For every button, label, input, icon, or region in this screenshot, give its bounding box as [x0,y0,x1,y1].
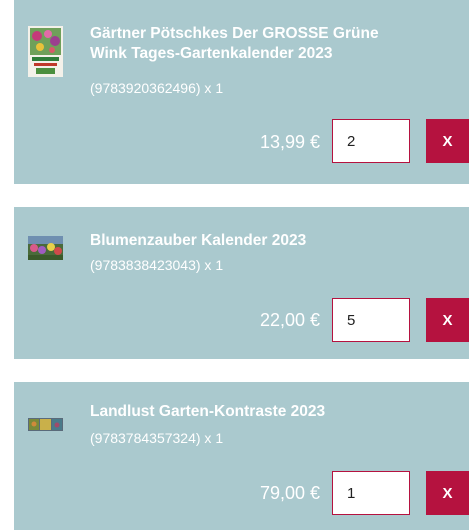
product-title[interactable]: Landlust Garten-Kontraste 2023 [90,402,451,422]
cart-item: Blumenzauber Kalender 2023 (978383842304… [14,207,469,359]
product-isbn-quantity: (9783920362496) x 1 [90,80,224,96]
product-isbn-quantity: (9783784357324) x 1 [90,430,224,446]
product-isbn-quantity: (9783838423043) x 1 [90,257,224,273]
quantity-input[interactable] [332,298,410,342]
cart-item: Gärtner Pötschkes Der GROSSE Grüne Wink … [14,0,469,184]
product-title-line: Blumenzauber Kalender 2023 [90,232,307,249]
item-price: 13,99 € [259,132,320,152]
remove-item-button[interactable]: X [426,471,469,515]
remove-item-button[interactable]: X [426,298,469,342]
remove-item-button[interactable]: X [426,119,469,163]
product-title[interactable]: Blumenzauber Kalender 2023 [90,231,451,251]
item-price: 79,00 € [259,483,320,503]
product-thumbnail [28,236,63,260]
product-thumbnail [28,418,63,431]
product-title-line: Landlust Garten-Kontraste 2023 [90,403,326,420]
product-thumbnail [28,26,63,77]
product-title[interactable]: Gärtner Pötschkes Der GROSSE Grüne Wink … [90,24,451,64]
product-title-line: Wink Tages-Gartenkalender 2023 [90,45,333,62]
item-price: 22,00 € [259,310,320,330]
quantity-input[interactable] [332,119,410,163]
cart-item: Landlust Garten-Kontraste 2023 (97837843… [14,382,469,530]
quantity-input[interactable] [332,471,410,515]
product-title-line: Gärtner Pötschkes Der GROSSE Grüne [90,25,379,42]
cart-list: Gärtner Pötschkes Der GROSSE Grüne Wink … [0,0,469,530]
